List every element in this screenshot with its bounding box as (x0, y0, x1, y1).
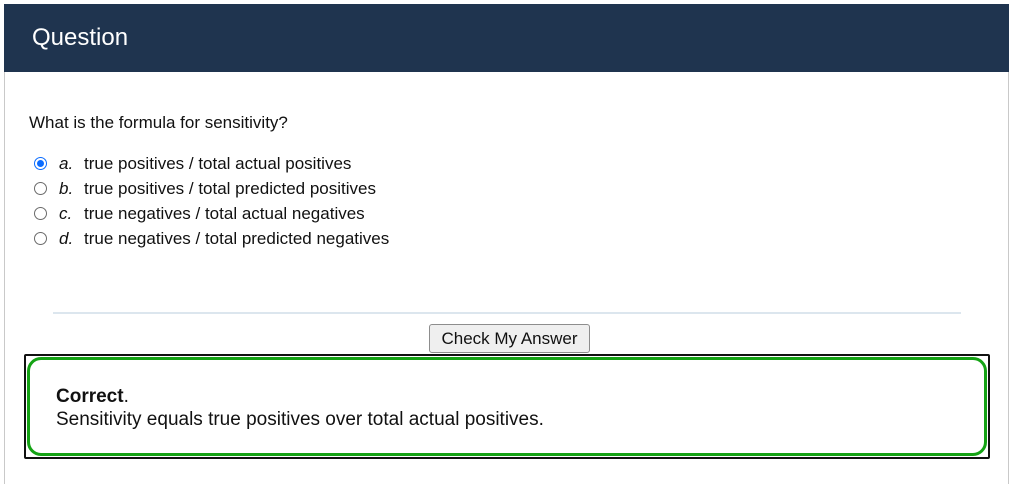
check-answer-button[interactable]: Check My Answer (429, 324, 590, 353)
option-label: true negatives / total predicted negativ… (84, 228, 390, 248)
option-letter: b. (59, 178, 74, 198)
option-label: true positives / total predicted positiv… (84, 178, 376, 198)
feedback-status: Correct. (56, 386, 129, 408)
radio-button-d[interactable] (34, 232, 47, 245)
feedback-inner-border: Correct. Sensitivity equals true positiv… (27, 357, 987, 456)
option-c[interactable]: c. true negatives / total actual negativ… (34, 201, 389, 226)
answer-options: a. true positives / total actual positiv… (34, 151, 389, 251)
option-letter: d. (59, 228, 74, 248)
feedback-message: Sensitivity equals true positives over t… (56, 409, 544, 430)
radio-button-b[interactable] (34, 182, 47, 195)
option-a[interactable]: a. true positives / total actual positiv… (34, 151, 389, 176)
radio-button-c[interactable] (34, 207, 47, 220)
radio-button-a[interactable] (34, 157, 47, 170)
feedback-status-suffix: . (123, 386, 129, 407)
option-b[interactable]: b. true positives / total predicted posi… (34, 176, 389, 201)
question-prompt: What is the formula for sensitivity? (29, 113, 288, 132)
option-label: true positives / total actual positives (84, 153, 352, 173)
feedback-box: Correct. Sensitivity equals true positiv… (24, 354, 990, 459)
question-header: Question (4, 4, 1009, 72)
section-divider (53, 312, 961, 314)
option-d[interactable]: d. true negatives / total predicted nega… (34, 226, 389, 251)
option-letter: c. (59, 203, 73, 223)
option-label: true negatives / total actual negatives (84, 203, 365, 223)
header-title: Question (32, 24, 129, 51)
feedback-status-word: Correct (56, 386, 124, 407)
option-letter: a. (59, 153, 74, 173)
